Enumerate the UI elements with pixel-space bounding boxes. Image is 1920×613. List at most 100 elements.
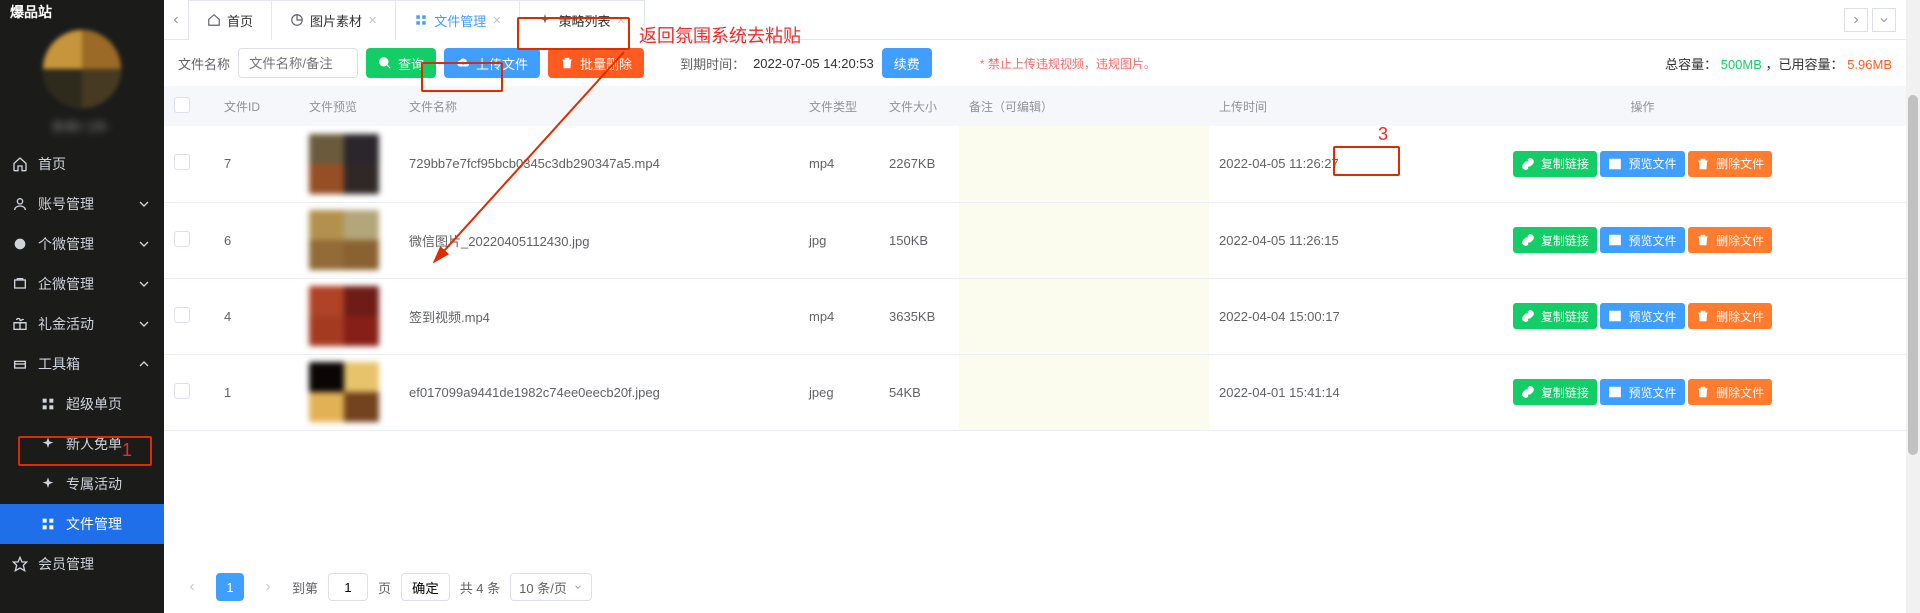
preview-file-button[interactable]: 预览文件 [1600, 151, 1684, 177]
tabs-more[interactable] [1872, 8, 1896, 32]
renew-label: 续费 [894, 54, 920, 73]
cell-size: 2267KB [879, 126, 959, 202]
nav-menu: 首页 账号管理 个微管理 企微管理 礼金活动 [0, 140, 164, 613]
home-icon [207, 13, 221, 27]
sidebar-item-enterprise[interactable]: 企微管理 [0, 264, 164, 304]
chevron-down-icon [136, 276, 152, 292]
page-current[interactable]: 1 [216, 573, 244, 601]
preview-file-button[interactable]: 预览文件 [1600, 379, 1684, 405]
copy-link-label: 复制链接 [1541, 384, 1589, 401]
chevron-right-icon [262, 581, 274, 593]
search-button[interactable]: 查询 [366, 48, 436, 78]
profile: BiBi-18- [0, 20, 164, 140]
cell-preview[interactable] [299, 202, 399, 278]
link-icon [1521, 385, 1535, 399]
cell-uploaded: 2022-04-05 11:26:15 [1209, 202, 1379, 278]
goto-confirm-button[interactable]: 确定 [401, 573, 450, 601]
close-icon[interactable]: ✕ [617, 14, 626, 27]
table-row: 7 729bb7e7fcf95bcb0345c3db290347a5.mp4 m… [164, 126, 1906, 202]
preview-file-label: 预览文件 [1628, 308, 1676, 325]
row-checkbox[interactable] [174, 383, 190, 399]
tabs: 首页 图片素材 ✕ 文件管理 ✕ 策略列表 ✕ [188, 0, 645, 40]
goto-suffix: 页 [378, 578, 391, 597]
cell-uploaded: 2022-04-05 11:26:27 [1209, 126, 1379, 202]
select-all-checkbox[interactable] [174, 97, 190, 113]
avatar[interactable] [43, 30, 121, 108]
delete-file-button[interactable]: 删除文件 [1688, 303, 1772, 329]
chevron-left-icon [170, 14, 182, 26]
org-icon [12, 276, 28, 292]
chevron-down-icon [136, 316, 152, 332]
preview-file-button[interactable]: 预览文件 [1600, 303, 1684, 329]
copy-link-button[interactable]: 复制链接 [1513, 379, 1597, 405]
copy-link-button[interactable]: 复制链接 [1513, 303, 1597, 329]
sidebar-item-super-page[interactable]: 超级单页 [0, 384, 164, 424]
cell-id: 7 [214, 126, 299, 202]
tab-file-mgmt[interactable]: 文件管理 ✕ [396, 0, 520, 40]
sidebar-item-account[interactable]: 账号管理 [0, 184, 164, 224]
copy-link-label: 复制链接 [1541, 232, 1589, 249]
close-icon[interactable]: ✕ [492, 14, 501, 27]
link-icon [1521, 309, 1535, 323]
sidebar-item-gift[interactable]: 礼金活动 [0, 304, 164, 344]
toolbox-icon [12, 356, 28, 372]
cell-remark[interactable] [959, 202, 1209, 278]
goto-input[interactable] [328, 573, 368, 601]
batch-delete-button[interactable]: 批量删除 [548, 48, 644, 78]
batch-delete-label: 批量删除 [580, 54, 632, 73]
sidebar-item-file-mgmt[interactable]: 文件管理 [0, 504, 164, 544]
capacity-used-label: ，已用容量： [1766, 57, 1844, 72]
copy-link-button[interactable]: 复制链接 [1513, 227, 1597, 253]
page-prev[interactable] [178, 573, 206, 601]
trash-icon [1696, 309, 1710, 323]
page-next[interactable] [254, 573, 282, 601]
total-count: 共 4 条 [460, 578, 500, 597]
scrollbar-thumb[interactable] [1908, 95, 1918, 455]
copy-link-label: 复制链接 [1541, 155, 1589, 172]
preview-file-label: 预览文件 [1628, 155, 1676, 172]
tabs-prev[interactable] [164, 14, 188, 26]
cell-remark[interactable] [959, 278, 1209, 354]
tab-label: 策略列表 [558, 11, 610, 30]
sidebar-item-home[interactable]: 首页 [0, 144, 164, 184]
link-icon [1521, 233, 1535, 247]
cell-remark[interactable] [959, 354, 1209, 430]
row-checkbox[interactable] [174, 307, 190, 323]
gift-icon [12, 316, 28, 332]
cell-size: 3635KB [879, 278, 959, 354]
close-icon[interactable]: ✕ [368, 14, 377, 27]
filename-input[interactable] [238, 48, 358, 78]
table-row: 6 微信图片_20220405112430.jpg jpg 150KB 2022… [164, 202, 1906, 278]
cell-id: 6 [214, 202, 299, 278]
delete-file-button[interactable]: 删除文件 [1688, 227, 1772, 253]
sidebar-item-label: 超级单页 [66, 394, 152, 414]
copy-link-button[interactable]: 复制链接 [1513, 151, 1597, 177]
sidebar-item-member-mgmt[interactable]: 会员管理 [0, 544, 164, 584]
sidebar-item-label: 首页 [38, 154, 152, 174]
sidebar-item-wechat[interactable]: 个微管理 [0, 224, 164, 264]
row-checkbox[interactable] [174, 231, 190, 247]
preview-file-button[interactable]: 预览文件 [1600, 227, 1684, 253]
delete-file-label: 删除文件 [1716, 308, 1764, 325]
tabs-next[interactable] [1844, 8, 1868, 32]
pie-icon [290, 13, 304, 27]
tab-strategy-list[interactable]: 策略列表 ✕ [520, 0, 644, 40]
cell-remark[interactable] [959, 126, 1209, 202]
col-name: 文件名称 [399, 86, 799, 126]
col-remark: 备注（可编辑） [959, 86, 1209, 126]
delete-file-button[interactable]: 删除文件 [1688, 151, 1772, 177]
sidebar-item-toolbox[interactable]: 工具箱 [0, 344, 164, 384]
tab-image-material[interactable]: 图片素材 ✕ [272, 0, 396, 40]
sidebar-item-exclusive-activity[interactable]: 专属活动 [0, 464, 164, 504]
renew-button[interactable]: 续费 [882, 48, 932, 78]
pagesize-select[interactable]: 10 条/页 [510, 573, 592, 601]
delete-file-button[interactable]: 删除文件 [1688, 379, 1772, 405]
cell-preview[interactable] [299, 354, 399, 430]
cell-preview[interactable] [299, 126, 399, 202]
sidebar-item-newuser-free[interactable]: 新人免单 [0, 424, 164, 464]
vertical-scrollbar[interactable] [1906, 0, 1920, 613]
cell-preview[interactable] [299, 278, 399, 354]
row-checkbox[interactable] [174, 154, 190, 170]
upload-button[interactable]: 上传文件 [444, 48, 540, 78]
tab-home[interactable]: 首页 [188, 0, 272, 40]
